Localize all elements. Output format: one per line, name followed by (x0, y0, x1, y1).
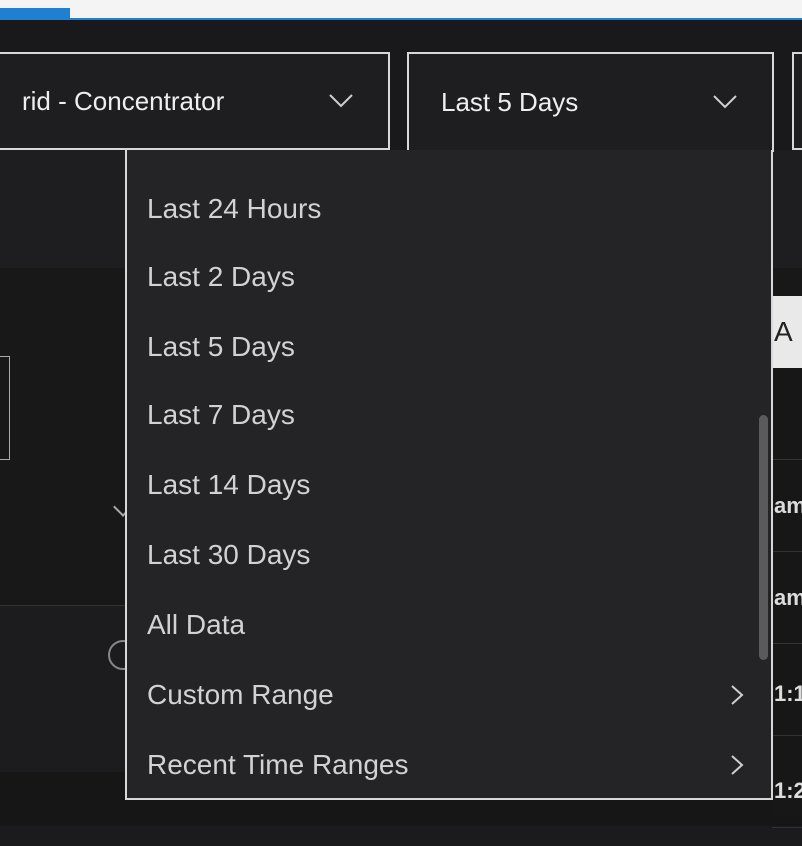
menu-item-label: Recent Time Ranges (147, 749, 409, 780)
table-row[interactable]: 1:1 (772, 644, 802, 736)
time-range-select-value: Last 5 Days (441, 86, 579, 117)
partial-input-field[interactable] (0, 356, 10, 460)
top-bar (0, 0, 802, 20)
service-select[interactable]: rid - Concentrator (0, 52, 390, 150)
table-header-cell[interactable]: A (772, 296, 802, 368)
menu-item-label: Last 14 Days (147, 469, 311, 500)
menu-item-all-data[interactable]: All Data (127, 594, 747, 656)
active-tab-indicator (0, 8, 70, 18)
menu-item-label: Last 5 Days (147, 331, 295, 362)
menu-item-last-5-days[interactable]: Last 5 Days (127, 316, 747, 378)
menu-item-last-2-days[interactable]: Last 2 Days (127, 246, 747, 308)
top-bar-divider (0, 18, 802, 20)
chevron-down-icon (708, 85, 742, 119)
time-range-select[interactable]: Last 5 Days (407, 52, 774, 152)
table-row[interactable] (772, 368, 802, 460)
table-row[interactable]: 1:2 (772, 736, 802, 828)
divider (0, 605, 130, 606)
chevron-right-icon (727, 754, 747, 776)
menu-item-label: Last 7 Days (147, 399, 295, 430)
partial-select[interactable] (792, 52, 802, 150)
menu-item-last-24-hours[interactable]: Last 24 Hours (127, 178, 747, 240)
menu-item-label: All Data (147, 609, 246, 640)
menu-item-label: Last 2 Days (147, 261, 295, 292)
table-row[interactable]: am (772, 460, 802, 552)
menu-scrollbar[interactable] (759, 415, 768, 660)
time-range-menu: Last 24 Hours Last 2 Days Last 5 Days La… (125, 150, 773, 800)
table-row[interactable]: am (772, 552, 802, 644)
chevron-down-icon (324, 84, 358, 118)
menu-item-last-7-days[interactable]: Last 7 Days (127, 384, 747, 446)
menu-item-label: Custom Range (147, 679, 334, 710)
menu-item-label: Last 30 Days (147, 539, 311, 570)
chevron-right-icon (727, 684, 747, 706)
menu-item-custom-range[interactable]: Custom Range (127, 664, 747, 726)
menu-item-last-14-days[interactable]: Last 14 Days (127, 454, 747, 516)
menu-item-last-30-days[interactable]: Last 30 Days (127, 524, 747, 586)
service-select-value: rid - Concentrator (22, 85, 225, 116)
menu-item-recent-time-ranges[interactable]: Recent Time Ranges (127, 734, 747, 796)
menu-item-label: Last 24 Hours (147, 193, 322, 224)
